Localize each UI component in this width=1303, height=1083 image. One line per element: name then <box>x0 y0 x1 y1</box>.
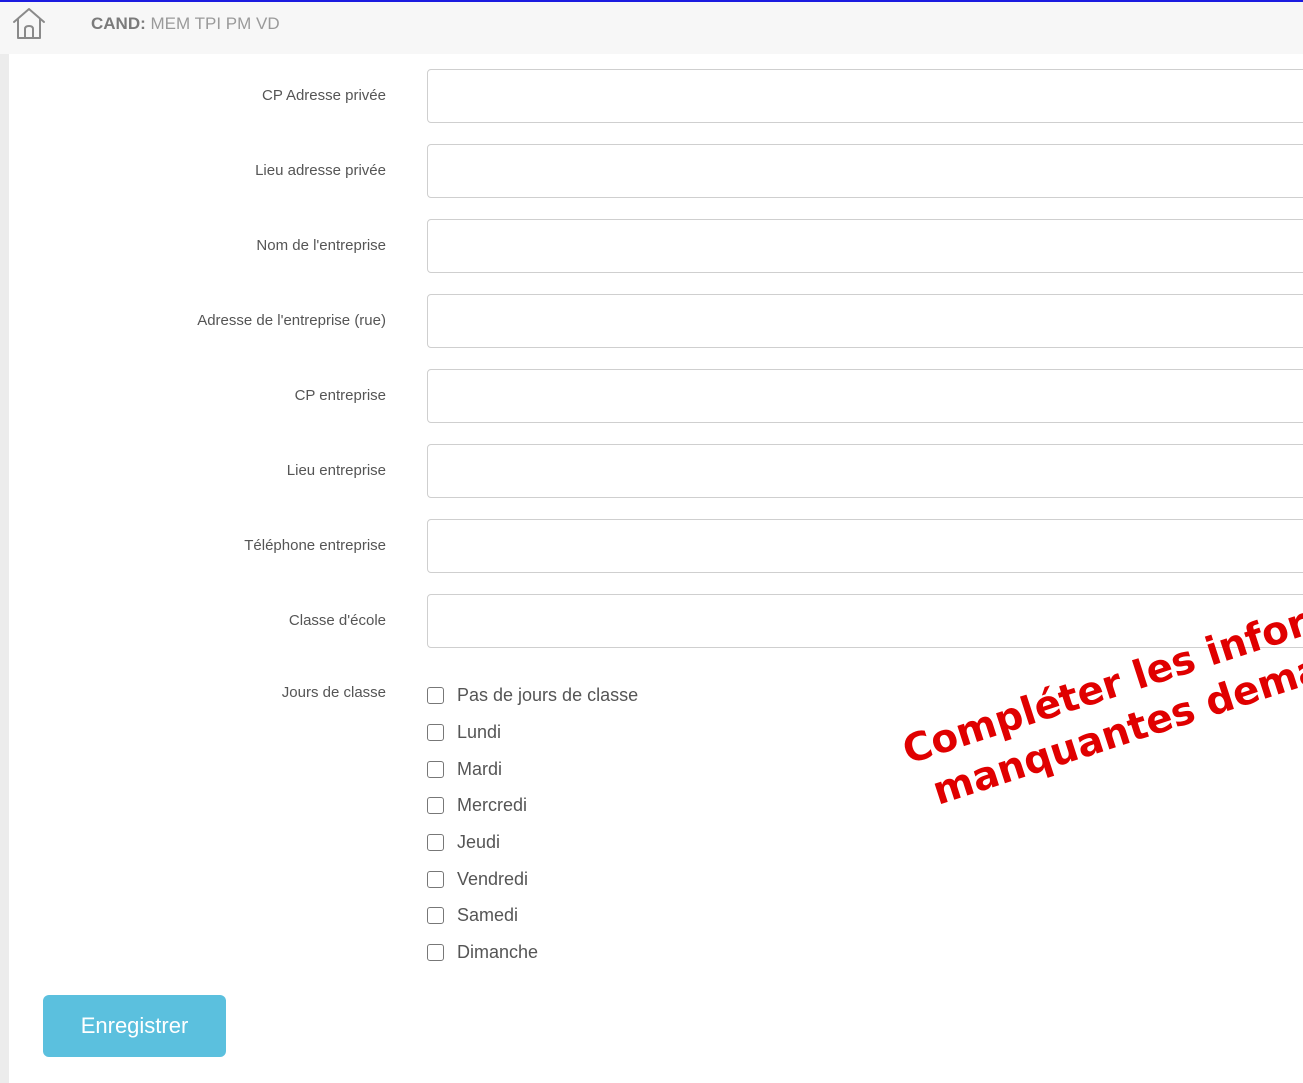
field-label: Lieu adresse privée <box>255 162 386 179</box>
day-checkbox[interactable] <box>427 833 444 851</box>
day-label: Mardi <box>457 758 503 779</box>
title-prefix: CAND: <box>91 14 146 33</box>
day-option-samedi[interactable]: Samedi <box>427 903 518 927</box>
field-label: CP Adresse privée <box>262 87 386 104</box>
field-lieu-entreprise: Lieu entreprise <box>0 444 1303 498</box>
title-text: MEM TPI PM VD <box>150 14 280 33</box>
days-label: Jours de classe <box>281 684 386 701</box>
day-option-jeudi[interactable]: Jeudi <box>427 830 500 854</box>
field-label: Classe d'école <box>288 612 386 629</box>
day-label: Mercredi <box>457 794 528 815</box>
header-bar: CAND: MEM TPI PM VD <box>0 2 1303 54</box>
day-option-mercredi[interactable]: Mercredi <box>427 793 527 817</box>
telephone-entreprise-input[interactable] <box>427 519 1303 573</box>
day-checkbox[interactable] <box>427 870 444 888</box>
field-classe-ecole: Classe d'école <box>0 594 1303 648</box>
day-label: Pas de jours de classe <box>457 684 639 705</box>
save-button[interactable]: Enregistrer <box>43 995 226 1057</box>
day-checkbox[interactable] <box>427 686 444 704</box>
home-icon[interactable] <box>11 5 47 41</box>
field-cp-entreprise: CP entreprise <box>0 369 1303 423</box>
cp-entreprise-input[interactable] <box>427 369 1303 423</box>
day-label: Vendredi <box>457 868 529 889</box>
page: CAND: MEM TPI PM VD CP Adresse privée Li… <box>0 0 1303 1083</box>
day-label: Dimanche <box>457 941 539 962</box>
field-lieu-adresse-privee: Lieu adresse privée <box>0 144 1303 198</box>
adresse-entreprise-input[interactable] <box>427 294 1303 348</box>
day-checkbox[interactable] <box>427 906 444 924</box>
day-checkbox[interactable] <box>427 723 444 741</box>
field-label: Téléphone entreprise <box>244 537 386 554</box>
field-nom-entreprise: Nom de l'entreprise <box>0 219 1303 273</box>
day-option-mardi[interactable]: Mardi <box>427 757 502 781</box>
field-label: Adresse de l'entreprise (rue) <box>197 312 386 329</box>
field-label: Nom de l'entreprise <box>256 237 386 254</box>
day-label: Lundi <box>457 721 502 742</box>
page-title: CAND: MEM TPI PM VD <box>91 14 280 34</box>
lieu-adresse-privee-input[interactable] <box>427 144 1303 198</box>
cp-adresse-privee-input[interactable] <box>427 69 1303 123</box>
field-telephone-entreprise: Téléphone entreprise <box>0 519 1303 573</box>
field-label: CP entreprise <box>294 387 386 404</box>
day-option-lundi[interactable]: Lundi <box>427 720 501 744</box>
field-cp-adresse-privee: CP Adresse privée <box>0 69 1303 123</box>
day-checkbox[interactable] <box>427 760 444 778</box>
day-label: Samedi <box>457 904 519 925</box>
day-option-none[interactable]: Pas de jours de classe <box>427 683 638 707</box>
day-option-vendredi[interactable]: Vendredi <box>427 867 528 891</box>
day-option-dimanche[interactable]: Dimanche <box>427 940 538 964</box>
classe-ecole-input[interactable] <box>427 594 1303 648</box>
field-adresse-entreprise: Adresse de l'entreprise (rue) <box>0 294 1303 348</box>
lieu-entreprise-input[interactable] <box>427 444 1303 498</box>
day-checkbox[interactable] <box>427 796 444 814</box>
day-label: Jeudi <box>457 831 501 852</box>
field-label: Lieu entreprise <box>286 462 386 479</box>
day-checkbox[interactable] <box>427 943 444 961</box>
nom-entreprise-input[interactable] <box>427 219 1303 273</box>
